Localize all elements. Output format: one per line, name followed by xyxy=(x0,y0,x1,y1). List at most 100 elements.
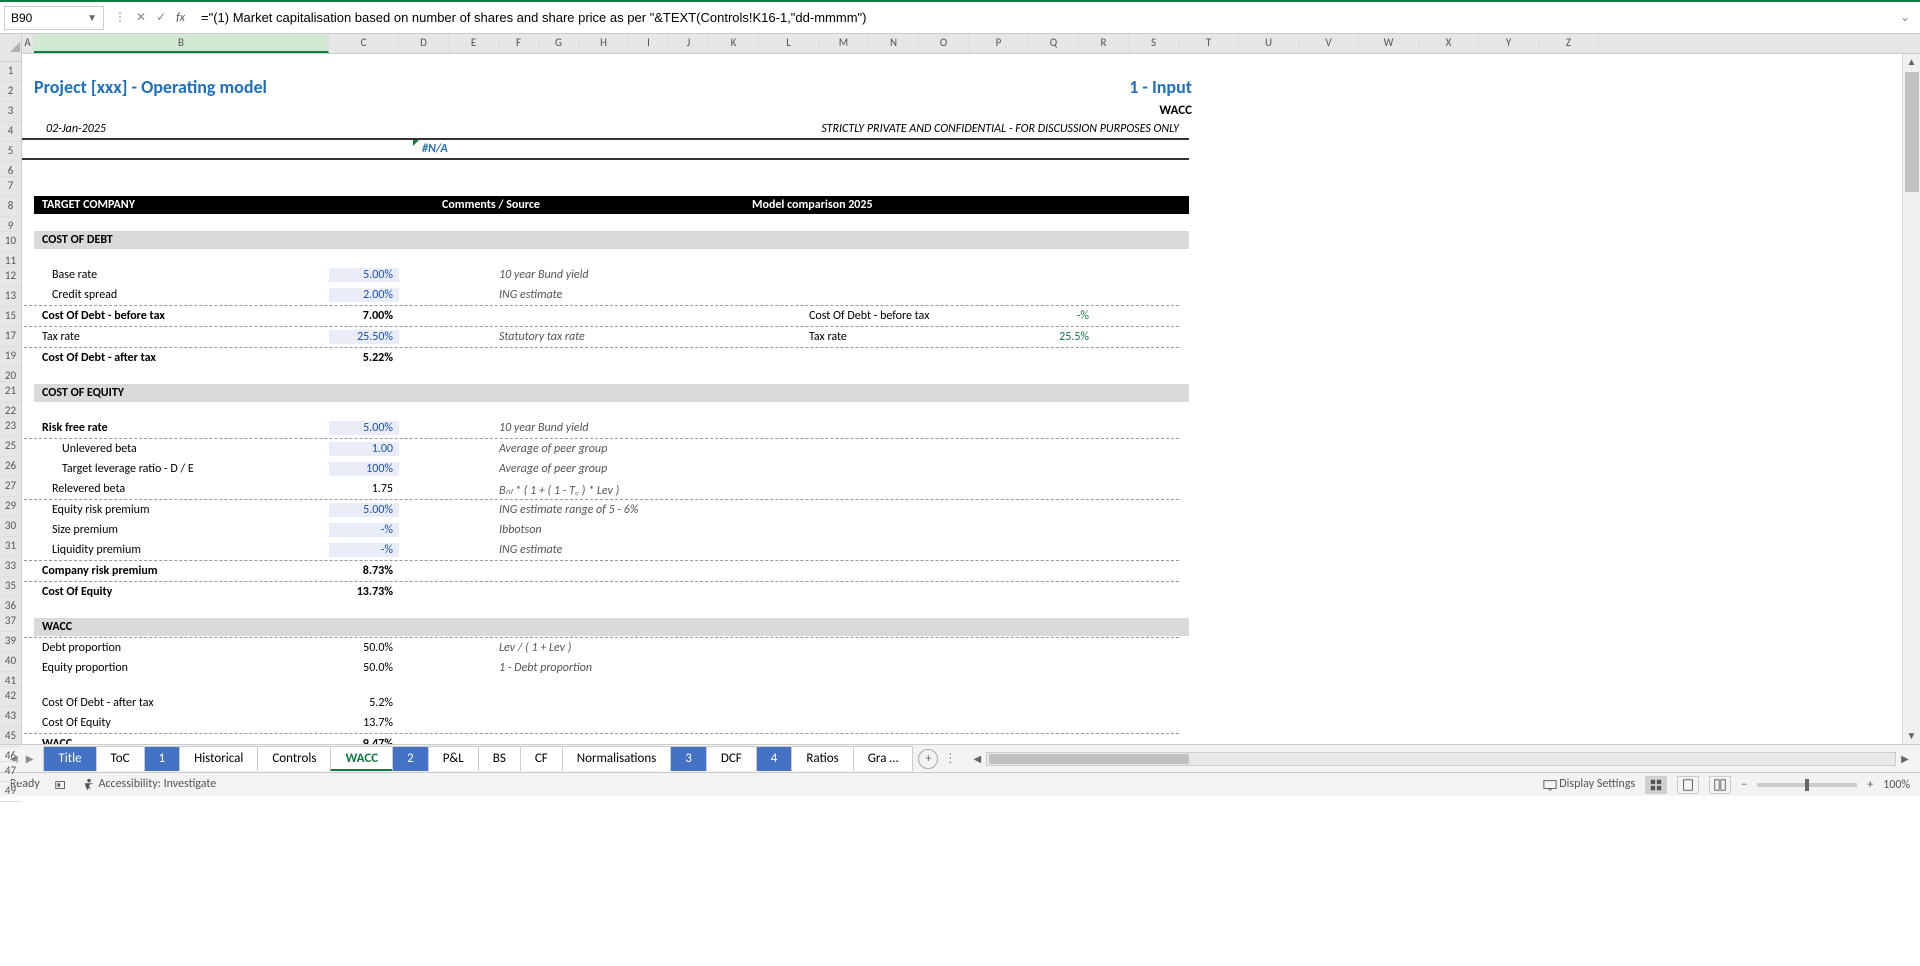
column-header-X[interactable]: X xyxy=(1419,34,1479,53)
row-header-22[interactable]: 22 xyxy=(0,402,21,417)
row-header-21[interactable]: 21 xyxy=(0,382,21,402)
sheet-tab-gra-[interactable]: Gra … xyxy=(853,746,914,771)
sheet-tab-3[interactable]: 3 xyxy=(670,746,707,771)
row-header-3[interactable]: 3 xyxy=(0,102,21,122)
formula-bar-expand-icon[interactable]: ⌄ xyxy=(1894,10,1916,25)
row-header-10[interactable]: 10 xyxy=(0,232,21,252)
column-header-Z[interactable]: Z xyxy=(1539,34,1599,53)
sheet-tab-toc[interactable]: ToC xyxy=(96,746,145,771)
row-header-5[interactable]: 5 xyxy=(0,142,21,162)
name-box[interactable]: ▼ xyxy=(4,6,104,30)
row-header-37[interactable]: 37 xyxy=(0,612,21,632)
column-header-B[interactable]: B xyxy=(34,34,329,53)
normal-view-button[interactable] xyxy=(1645,776,1667,794)
zoom-slider-thumb[interactable] xyxy=(1805,779,1809,791)
row-header-13[interactable]: 13 xyxy=(0,287,21,307)
row-header-29[interactable]: 29 xyxy=(0,497,21,517)
row-header-35[interactable]: 35 xyxy=(0,577,21,597)
sheet-tab-normalisations[interactable]: Normalisations xyxy=(562,746,672,771)
macro-record-icon[interactable] xyxy=(54,777,68,791)
row-header-25[interactable]: 25 xyxy=(0,437,21,457)
target-leverage-value[interactable]: 100% xyxy=(329,462,399,476)
column-header-W[interactable]: W xyxy=(1359,34,1419,53)
vertical-scroll-thumb[interactable] xyxy=(1905,72,1919,192)
column-header-U[interactable]: U xyxy=(1239,34,1299,53)
row-header-41[interactable]: 41 xyxy=(0,672,21,687)
row-header-4[interactable]: 4 xyxy=(0,122,21,142)
formula-input[interactable] xyxy=(195,6,1894,30)
accept-formula-icon[interactable]: ✓ xyxy=(156,10,166,25)
column-header-O[interactable]: O xyxy=(919,34,969,53)
tab-nav-next-icon[interactable]: ▶ xyxy=(26,752,34,765)
row-header-7[interactable]: 7 xyxy=(0,177,21,197)
row-header-43[interactable]: 43 xyxy=(0,707,21,727)
column-header-G[interactable]: G xyxy=(539,34,579,53)
cancel-formula-icon[interactable]: ✕ xyxy=(136,10,146,25)
column-header-Q[interactable]: Q xyxy=(1029,34,1079,53)
equity-risk-premium-value[interactable]: 5.00% xyxy=(329,503,399,517)
sheet-tab-title[interactable]: Title xyxy=(43,746,96,771)
column-header-F[interactable]: F xyxy=(499,34,539,53)
row-header-15[interactable]: 15 xyxy=(0,307,21,327)
row-header-30[interactable]: 30 xyxy=(0,517,21,537)
column-header-E[interactable]: E xyxy=(449,34,499,53)
row-header-2[interactable]: 2 xyxy=(0,82,21,102)
column-header-I[interactable]: I xyxy=(629,34,669,53)
column-header-T[interactable]: T xyxy=(1179,34,1239,53)
zoom-level[interactable]: 100% xyxy=(1883,778,1910,792)
zoom-out-button[interactable]: − xyxy=(1741,778,1747,792)
row-header-42[interactable]: 42 xyxy=(0,687,21,707)
row-header-1[interactable]: 1 xyxy=(0,62,21,82)
row-header-27[interactable]: 27 xyxy=(0,477,21,497)
unlevered-beta-value[interactable]: 1.00 xyxy=(329,442,399,456)
sheet-tab-controls[interactable]: Controls xyxy=(257,746,331,771)
row-header-49[interactable]: 49 xyxy=(0,782,21,802)
sheet-tab-cf[interactable]: CF xyxy=(520,746,563,771)
tax-rate-value[interactable]: 25.50% xyxy=(329,330,399,344)
liquidity-premium-value[interactable]: -% xyxy=(329,543,399,557)
row-header-20[interactable]: 20 xyxy=(0,367,21,382)
column-header-V[interactable]: V xyxy=(1299,34,1359,53)
zoom-in-button[interactable]: + xyxy=(1867,778,1873,792)
row-header-47[interactable]: 47 xyxy=(0,762,21,782)
column-header-K[interactable]: K xyxy=(709,34,759,53)
row-header-11[interactable]: 11 xyxy=(0,252,21,267)
row-header-6[interactable]: 6 xyxy=(0,162,21,177)
row-header-33[interactable]: 33 xyxy=(0,557,21,577)
display-settings-button[interactable]: Display Settings xyxy=(1543,777,1636,791)
fx-icon[interactable]: fx xyxy=(176,11,185,25)
column-header-P[interactable]: P xyxy=(969,34,1029,53)
row-header-26[interactable]: 26 xyxy=(0,457,21,477)
row-header-36[interactable]: 36 xyxy=(0,597,21,612)
worksheet-cells[interactable]: Project [xxx] - Operating model 1 - Inpu… xyxy=(22,54,1202,744)
column-header-H[interactable]: H xyxy=(579,34,629,53)
add-sheet-button[interactable]: + xyxy=(918,749,938,769)
column-header-J[interactable]: J xyxy=(669,34,709,53)
row-header-23[interactable]: 23 xyxy=(0,417,21,437)
scroll-up-icon[interactable]: ▲ xyxy=(1903,54,1920,70)
row-header-17[interactable]: 17 xyxy=(0,327,21,347)
column-header-M[interactable]: M xyxy=(819,34,869,53)
row-header-39[interactable]: 39 xyxy=(0,632,21,652)
column-header-C[interactable]: C xyxy=(329,34,399,53)
name-box-dropdown-icon[interactable]: ▼ xyxy=(87,11,97,24)
horizontal-scrollbar[interactable]: ◀ ▶ xyxy=(962,752,1920,766)
column-header-N[interactable]: N xyxy=(869,34,919,53)
row-header-19[interactable]: 19 xyxy=(0,347,21,367)
sheet-tab-2[interactable]: 2 xyxy=(392,746,429,771)
sheet-tab-historical[interactable]: Historical xyxy=(179,746,258,771)
scroll-left-icon[interactable]: ◀ xyxy=(968,752,986,765)
risk-free-rate-value[interactable]: 5.00% xyxy=(329,421,399,435)
row-header-31[interactable]: 31 xyxy=(0,537,21,557)
sheet-tab-dcf[interactable]: DCF xyxy=(706,746,757,771)
credit-spread-value[interactable]: 2.00% xyxy=(329,288,399,302)
row-header-40[interactable]: 40 xyxy=(0,652,21,672)
horizontal-scroll-thumb[interactable] xyxy=(989,754,1189,764)
column-header-S[interactable]: S xyxy=(1129,34,1179,53)
row-header-9[interactable]: 9 xyxy=(0,217,21,232)
sheet-tab-ratios[interactable]: Ratios xyxy=(791,746,853,771)
scroll-down-icon[interactable]: ▼ xyxy=(1903,728,1920,744)
select-all-corner[interactable] xyxy=(0,42,21,62)
scroll-right-icon[interactable]: ▶ xyxy=(1896,752,1914,765)
sheet-tab-1[interactable]: 1 xyxy=(144,746,181,771)
